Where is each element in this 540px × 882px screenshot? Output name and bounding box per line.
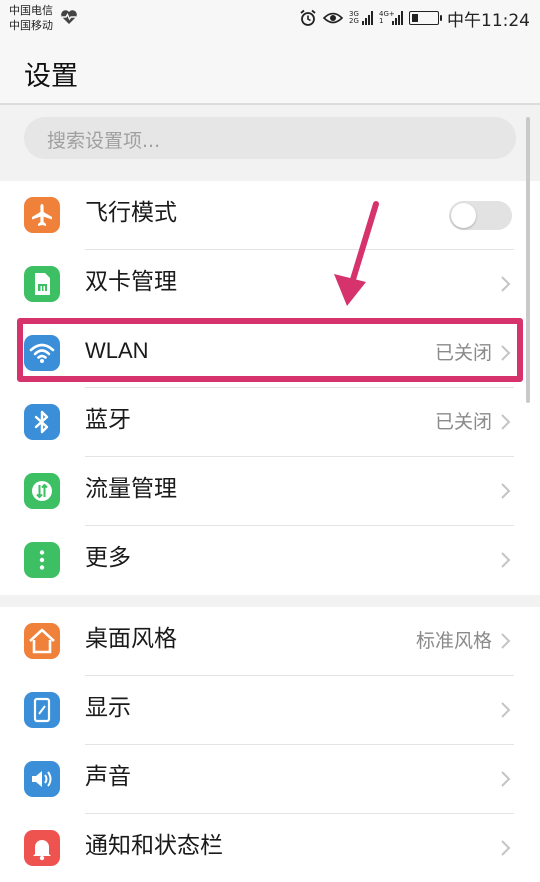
signal-sim2: 4G+ 1 (379, 11, 403, 25)
chevron-right-icon (501, 633, 511, 649)
notification-icon (24, 830, 60, 866)
row-home-style[interactable]: 桌面风格 标准风格 (0, 607, 540, 676)
row-dual-sim[interactable]: 双卡管理 (0, 250, 540, 319)
sim-card-icon (24, 266, 60, 302)
page-title: 设置 (24, 61, 78, 92)
battery-level (412, 14, 418, 22)
data-usage-label: 流量管理 (85, 476, 177, 502)
bluetooth-icon (24, 404, 60, 440)
row-display[interactable]: 显示 (0, 676, 540, 745)
carrier-1: 中国电信 (9, 4, 53, 17)
title-bar: 设置 (0, 36, 540, 105)
settings-group-connectivity: 飞行模式 双卡管理 WLAN 已关闭 蓝牙 已关闭 流量管理 更多 (0, 181, 540, 595)
home-style-label: 桌面风格 (85, 626, 177, 652)
chevron-right-icon (501, 414, 511, 430)
row-data-usage[interactable]: 流量管理 (0, 457, 540, 526)
chevron-right-icon (501, 771, 511, 787)
home-style-value: 标准风格 (415, 630, 492, 652)
row-sound[interactable]: 声音 (0, 745, 540, 814)
display-label: 显示 (85, 695, 131, 721)
dual-sim-label: 双卡管理 (85, 269, 177, 295)
eye-comfort-icon (323, 12, 343, 24)
sound-icon (24, 761, 60, 797)
status-time: 中午11:24 (447, 10, 530, 31)
heart-rate-icon (61, 10, 77, 24)
bluetooth-label: 蓝牙 (85, 407, 131, 433)
airplane-icon (24, 197, 60, 233)
chevron-right-icon (501, 276, 511, 292)
wlan-highlight-box (17, 318, 523, 382)
chevron-right-icon (501, 483, 511, 499)
row-more[interactable]: 更多 (0, 526, 540, 595)
sound-label: 声音 (85, 764, 131, 790)
row-notifications[interactable]: 通知和状态栏 (0, 814, 540, 882)
airplane-mode-toggle[interactable] (449, 201, 512, 230)
row-airplane-mode[interactable]: 飞行模式 (0, 181, 540, 250)
search-input[interactable]: 搜索设置项... (24, 117, 516, 159)
more-icon (24, 542, 60, 578)
display-icon (24, 692, 60, 728)
status-bar: 中国电信 中国移动 3G 2G 4G+ 1 中午11:24 (0, 0, 540, 36)
bluetooth-status: 已关闭 (434, 411, 492, 433)
home-icon (24, 623, 60, 659)
chevron-right-icon (501, 552, 511, 568)
row-bluetooth[interactable]: 蓝牙 已关闭 (0, 388, 540, 457)
airplane-mode-label: 飞行模式 (85, 200, 177, 226)
carrier-names: 中国电信 中国移动 (9, 3, 53, 33)
scrollbar[interactable] (526, 117, 530, 403)
data-usage-icon (24, 473, 60, 509)
chevron-right-icon (501, 840, 511, 856)
network-type-2: 4G+ 1 (379, 10, 395, 25)
battery-icon (409, 11, 442, 25)
more-label: 更多 (85, 545, 131, 571)
toggle-knob (451, 203, 476, 228)
chevron-right-icon (501, 702, 511, 718)
annotation-arrow (334, 201, 379, 306)
settings-group-device: 桌面风格 标准风格 显示 声音 通知和状态栏 (0, 607, 540, 882)
alarm-icon (300, 9, 316, 26)
signal-sim1: 3G 2G (349, 11, 373, 25)
notifications-label: 通知和状态栏 (85, 833, 223, 859)
search-placeholder: 搜索设置项... (47, 130, 161, 152)
carrier-2: 中国移动 (9, 19, 53, 32)
network-type-1: 3G 2G (349, 10, 359, 25)
